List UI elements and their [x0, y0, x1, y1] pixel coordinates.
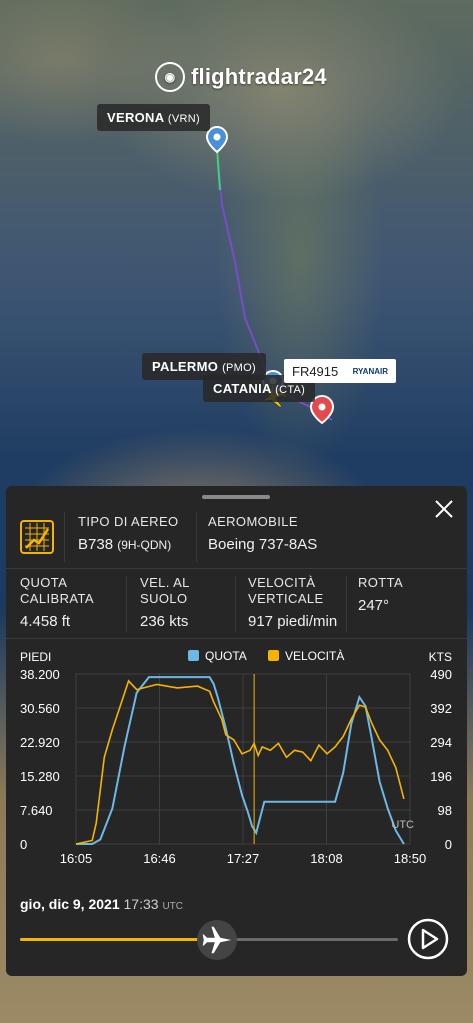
flight-details-panel: TIPO DI AEREO B738 (9H-QDN) AEROMOBILE B…: [6, 486, 467, 976]
legend-swatch-speed: [268, 650, 279, 661]
flight-number: FR4915: [292, 363, 339, 379]
aircraft-row: TIPO DI AEREO B738 (9H-QDN) AEROMOBILE B…: [6, 512, 467, 562]
legend-swatch-altitude: [188, 650, 199, 661]
y-right-tick: 0: [445, 837, 452, 852]
altitude-series-line: [76, 676, 405, 845]
x-tick: 16:05: [60, 851, 93, 866]
play-icon: [421, 928, 439, 950]
y-left-tick: 0: [20, 837, 27, 852]
airplane-thumb-icon: [202, 926, 231, 954]
y-left-tick: 38.200: [20, 667, 60, 682]
legend: QUOTA VELOCITÀ: [188, 648, 344, 663]
playback-slider[interactable]: [20, 920, 398, 960]
x-tick: 18:08: [310, 851, 343, 866]
y-right-tick: 392: [430, 701, 452, 716]
aircraft-type-label: TIPO DI AEREO: [78, 514, 179, 529]
y-left-tick: 30.560: [20, 701, 60, 716]
y-right-tick: 98: [438, 803, 452, 818]
x-tick: 16:46: [143, 851, 176, 866]
flight-route-overlay: [205, 125, 335, 425]
playback-timestamp: gio, dic 9, 2021 17:33 UTC: [20, 896, 183, 912]
flight-label[interactable]: FR4915 RYANAIR: [284, 359, 396, 383]
stat-heading: ROTTA 247°: [358, 575, 404, 614]
aircraft-value: Boeing 737-8AS: [208, 536, 318, 553]
stat-ground-speed: VEL. AL SUOLO 236 kts: [140, 575, 190, 630]
altitude-speed-chart[interactable]: PIEDI KTS QUOTA VELOCITÀ 38.200 490 30.560…: [6, 644, 467, 874]
y-left-tick: 15.280: [20, 769, 60, 784]
slider-thumb[interactable]: [196, 920, 237, 960]
aircraft-type-icon: [20, 520, 54, 554]
y-left-tick: 22.920: [20, 735, 60, 750]
legend-altitude: QUOTA: [205, 649, 247, 663]
utc-label: UTC: [391, 819, 414, 831]
drag-handle[interactable]: [202, 495, 270, 499]
speed-series-line: [75, 679, 405, 845]
aircraft-type-value: B738 (9H-QDN): [78, 536, 172, 553]
left-axis-label: PIEDI: [20, 650, 51, 664]
airline-logo: RYANAIR: [352, 366, 388, 376]
stat-vertical-speed: VELOCITÀ VERTICALE 917 piedi/min: [248, 575, 338, 630]
y-right-tick: 196: [430, 769, 452, 784]
y-right-tick: 294: [430, 735, 452, 750]
y-right-tick: 490: [430, 667, 452, 682]
legend-speed: VELOCITÀ: [285, 648, 344, 663]
x-tick: 18:50: [394, 851, 427, 866]
right-axis-label: KTS: [429, 650, 452, 664]
playback-progress: [20, 938, 217, 941]
origin-airport-label[interactable]: VERONA (VRN): [97, 104, 210, 131]
x-tick: 17:27: [227, 851, 260, 866]
play-button[interactable]: [407, 918, 449, 960]
aircraft-label: AEROMOBILE: [208, 514, 298, 529]
stat-altitude: QUOTA CALIBRATA 4.458 ft: [20, 575, 94, 630]
origin-pin-icon: [205, 125, 229, 154]
y-left-tick: 7.640: [20, 803, 53, 818]
